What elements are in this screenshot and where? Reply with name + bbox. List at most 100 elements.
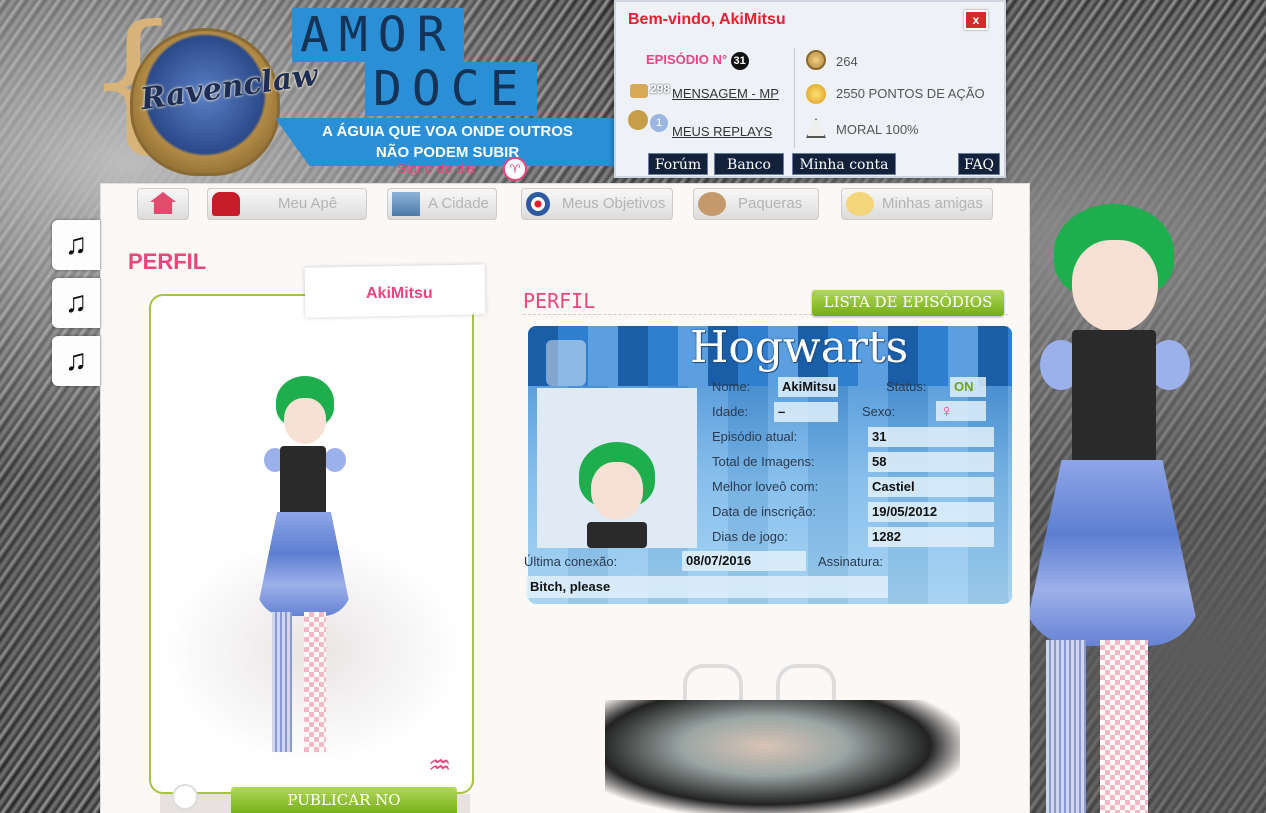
nav-minhas-amigas[interactable]: Minhas amigas xyxy=(841,188,993,220)
avatar-leg-right xyxy=(304,612,326,752)
best-love-label: Melhor loveô com: xyxy=(712,479,819,494)
avatar-leg-left xyxy=(272,612,292,752)
avatar-leg-left xyxy=(1046,640,1086,813)
name-value: AkiMitsu xyxy=(778,377,838,397)
teacup-icon xyxy=(546,340,586,386)
action-points-icon xyxy=(806,84,826,104)
nav-meus-objetivos[interactable]: Meus Objetivos xyxy=(521,188,673,220)
total-images-label: Total de Imagens: xyxy=(712,454,815,469)
banner-title: Hogwarts xyxy=(690,322,909,373)
girl-face-icon xyxy=(846,192,874,216)
current-episode-value: 31 xyxy=(868,427,994,447)
age-value: – xyxy=(774,402,838,422)
avatar-leg-right xyxy=(1100,640,1148,813)
episodes-list-button[interactable]: LISTA DE EPISÓDIOS xyxy=(812,290,1004,316)
account-button[interactable]: Minha conta xyxy=(792,153,896,175)
last-connection-value: 08/07/2016 xyxy=(682,551,806,571)
best-love-value: Castiel xyxy=(868,477,994,497)
music-note-icon[interactable]: ♫ xyxy=(52,336,100,386)
welcome-panel: Bem-vindo, AkiMitsu x EPISÓDIO N° 31 298… xyxy=(614,0,1006,178)
avatar-large-right xyxy=(1020,200,1266,813)
last-connection-label: Última conexão: xyxy=(524,554,618,569)
coins-value: 264 xyxy=(836,54,858,69)
nav-minhas-amigas-label: Minhas amigas xyxy=(882,195,983,212)
messages-count: 298 xyxy=(650,82,671,96)
nav-home[interactable] xyxy=(137,188,189,220)
avatar-card-name: AkiMitsu xyxy=(366,285,433,302)
signo-aries-icon[interactable]: ♈ xyxy=(503,157,527,181)
total-images-value: 58 xyxy=(868,452,994,472)
site-logo[interactable]: { Ravenclaw AMOR DOCE A ÁGUIA QUE VOA ON… xyxy=(85,0,625,180)
name-label: Nome: xyxy=(712,379,751,394)
bank-button[interactable]: Banco xyxy=(714,153,784,175)
logo-title-line-1: AMOR xyxy=(292,8,464,62)
logo-title-line-2: DOCE xyxy=(365,62,537,116)
welcome-title: Bem-vindo, AkiMitsu xyxy=(628,11,786,28)
signup-date-label: Data de inscrição: xyxy=(712,504,817,519)
signature-image xyxy=(605,700,960,813)
replay-coin-icon xyxy=(628,110,648,130)
status-label: Status: xyxy=(886,379,927,394)
avatar-face xyxy=(591,462,643,520)
game-days-label: Dias de jogo: xyxy=(712,529,788,544)
nav-a-cidade[interactable]: A Cidade xyxy=(387,188,497,220)
avatar-vest xyxy=(1072,330,1156,470)
signature-label: Assinatura: xyxy=(818,554,884,569)
female-icon: ♀ xyxy=(936,401,986,421)
signo-do-dia-label: Signo do dia xyxy=(397,160,475,176)
avatar-skirt xyxy=(256,512,352,616)
sofa-icon xyxy=(212,192,240,216)
moral-icon xyxy=(806,118,826,138)
forum-button[interactable]: Forúm xyxy=(648,153,708,175)
action-points-value: 2550 PONTOS DE AÇÃO xyxy=(836,86,985,101)
episode-number-badge: 31 xyxy=(730,52,749,70)
avatar-full-body xyxy=(240,376,390,776)
avatar-skirt xyxy=(1022,460,1202,646)
nav-meu-ape[interactable]: Meu Apê xyxy=(207,188,367,220)
avatar-vest xyxy=(587,522,647,548)
profile-section-title: PERFIL xyxy=(523,289,596,313)
nav-paqueras-label: Paqueras xyxy=(738,195,803,212)
building-icon xyxy=(392,192,420,216)
status-badge: ON xyxy=(950,377,986,397)
slogan-line-1: A ÁGUIA QUE VOA ONDE OUTROS xyxy=(322,123,573,140)
close-button[interactable]: x xyxy=(964,10,988,30)
age-label: Idade: xyxy=(712,404,749,419)
logo-slogan: A ÁGUIA QUE VOA ONDE OUTROS NÃO PODEM SU… xyxy=(275,118,620,166)
page-title: PERFIL xyxy=(128,249,207,274)
aquarius-sign-icon: ♒ xyxy=(428,750,452,780)
coin-icon xyxy=(806,50,826,70)
nav-a-cidade-label: A Cidade xyxy=(428,195,489,212)
mail-icon xyxy=(630,84,648,98)
signature-value: Bitch, please xyxy=(526,576,888,598)
replays-count-badge: 1 xyxy=(650,114,668,132)
sex-label: Sexo: xyxy=(862,404,896,419)
nav-paqueras[interactable]: Paqueras xyxy=(693,188,819,220)
avatar-face xyxy=(284,398,326,444)
music-note-icon[interactable]: ♫ xyxy=(52,278,100,328)
avatar-sleeve-right xyxy=(324,448,346,472)
moral-value: MORAL 100% xyxy=(836,122,919,137)
episode-label: EPISÓDIO N° xyxy=(646,52,728,67)
home-icon xyxy=(150,192,176,214)
avatar-vest xyxy=(280,446,326,518)
signature-hook-left xyxy=(683,664,743,700)
current-episode-label: Episódio atual: xyxy=(712,429,798,444)
welcome-divider xyxy=(794,48,795,148)
faq-button[interactable]: FAQ xyxy=(958,153,1000,175)
target-icon xyxy=(526,192,550,216)
avatar-portrait xyxy=(537,388,697,548)
nav-meu-ape-label: Meu Apê xyxy=(278,195,338,212)
avatar-face xyxy=(1072,240,1158,332)
boy-face-icon xyxy=(698,192,726,216)
nav-meus-objetivos-label: Meus Objetivos xyxy=(562,195,666,212)
messages-link[interactable]: MENSAGEM - MP xyxy=(672,86,779,101)
episode-indicator: EPISÓDIO N° 31 xyxy=(646,52,749,70)
publish-radio[interactable] xyxy=(172,784,198,810)
game-days-value: 1282 xyxy=(868,527,994,547)
music-note-icon[interactable]: ♫ xyxy=(52,220,100,270)
signature-hook-right xyxy=(776,664,836,700)
replays-link[interactable]: MEUS REPLAYS xyxy=(672,124,772,139)
publish-button[interactable]: PUBLICAR NO xyxy=(231,787,457,813)
signup-date-value: 19/05/2012 xyxy=(868,502,994,522)
